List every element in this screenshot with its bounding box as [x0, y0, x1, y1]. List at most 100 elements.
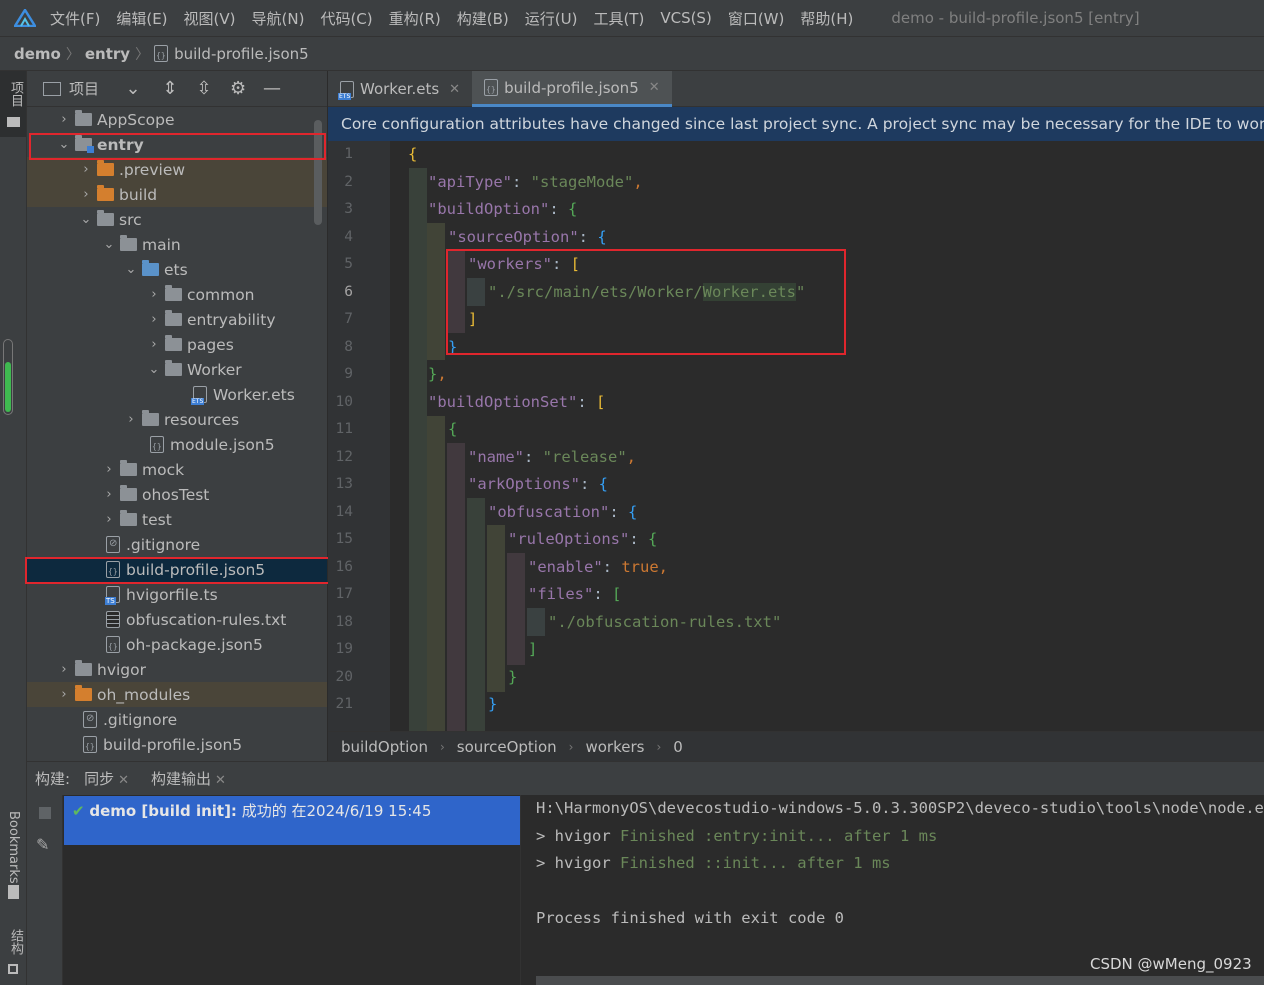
code-line-16: "enable": true, — [528, 557, 668, 576]
tree-item-preview[interactable]: › .preview — [27, 157, 327, 182]
tab-sync[interactable]: 同步 ✕ — [84, 768, 129, 789]
tree-item-entryability[interactable]: › entryability — [27, 307, 327, 332]
chevron-right-icon[interactable]: › — [75, 162, 97, 177]
menu-help[interactable]: 帮助(H) — [800, 8, 853, 29]
chevron-right-icon[interactable]: › — [53, 112, 75, 127]
console-line: > hvigor Finished :entry:init... after 1… — [536, 827, 938, 845]
tree-item-hvigorfile[interactable]: hvigorfile.ts — [27, 582, 327, 607]
close-icon[interactable]: ✕ — [649, 80, 660, 95]
tree-item-src[interactable]: ⌄ src — [27, 207, 327, 232]
breadcrumb-file[interactable]: build-profile.json5 — [174, 45, 309, 63]
tree-item-oh-modules[interactable]: › oh_modules — [27, 682, 327, 707]
chevron-right-icon[interactable]: › — [120, 412, 142, 427]
tree-item-root-build-profile[interactable]: build-profile.json5 — [27, 732, 327, 757]
chevron-right-icon[interactable]: › — [53, 662, 75, 677]
editor-crumb[interactable]: 0 — [673, 738, 683, 756]
tab-build-profile[interactable]: build-profile.json5 ✕ — [472, 71, 672, 107]
tree-item-oh-package[interactable]: oh-package.json5 — [27, 632, 327, 657]
editor-crumb[interactable]: workers — [585, 738, 644, 756]
tab-build-output[interactable]: 构建输出 ✕ — [151, 768, 226, 789]
chevron-right-icon[interactable]: › — [98, 487, 120, 502]
breadcrumb-module[interactable]: entry — [85, 45, 130, 63]
ets-file-icon — [191, 386, 207, 405]
chevron-right-icon[interactable]: › — [98, 512, 120, 527]
close-icon[interactable]: ✕ — [118, 773, 129, 788]
chevron-down-icon[interactable]: ⌄ — [113, 78, 153, 99]
chevron-right-icon: 〉 — [135, 46, 150, 63]
build-result-row[interactable]: ✔ demo [build init]: 成功的 在2024/6/19 15:4… — [64, 796, 520, 845]
tree-item-label: Worker.ets — [213, 385, 295, 404]
editor-crumb[interactable]: buildOption — [341, 738, 428, 756]
tree-item-test[interactable]: › test — [27, 507, 327, 532]
breadcrumb-project[interactable]: demo — [14, 45, 61, 63]
chevron-down-icon[interactable]: ⌄ — [120, 262, 142, 277]
tree-item-root-gitignore[interactable]: .gitignore — [27, 707, 327, 732]
tree-item-label: oh_modules — [97, 685, 191, 704]
code-line-14: "obfuscation": { — [488, 502, 638, 521]
code-line-21: } — [488, 695, 498, 713]
chevron-right-icon[interactable]: › — [143, 287, 165, 302]
project-tool-button[interactable]: 项目 — [0, 71, 26, 137]
code-editor[interactable]: { "apiType": "stageMode", "buildOption":… — [390, 141, 1264, 731]
tree-item-label: common — [187, 285, 255, 304]
tree-item-worker-ets[interactable]: Worker.ets — [27, 382, 327, 407]
menu-tools[interactable]: 工具(T) — [593, 8, 644, 29]
menu-navigate[interactable]: 导航(N) — [252, 8, 305, 29]
tree-item-hvigor[interactable]: › hvigor — [27, 657, 327, 682]
tree-item-appscope[interactable]: › AppScope — [27, 107, 327, 132]
tree-item-ohostest[interactable]: › ohosTest — [27, 482, 327, 507]
menu-view[interactable]: 视图(V) — [184, 8, 236, 29]
gear-icon[interactable]: ⚙ — [221, 78, 255, 99]
menu-code[interactable]: 代码(C) — [320, 8, 372, 29]
menu-edit[interactable]: 编辑(E) — [116, 8, 167, 29]
chevron-right-icon[interactable]: › — [53, 687, 75, 702]
tree-item-main[interactable]: ⌄ main — [27, 232, 327, 257]
tree-item-pages[interactable]: › pages — [27, 332, 327, 357]
project-panel-title: 项目 — [69, 80, 100, 98]
chevron-right-icon[interactable]: › — [75, 187, 97, 202]
tab-worker-ets[interactable]: Worker.ets ✕ — [328, 71, 472, 107]
tree-item-ets[interactable]: ⌄ ets — [27, 257, 327, 282]
chevron-down-icon[interactable]: ⌄ — [143, 362, 165, 377]
tree-item-gitignore[interactable]: .gitignore — [27, 532, 327, 557]
project-tree: › AppScope ⌄ entry › .preview › build ⌄ src ⌄… — [27, 107, 327, 757]
tree-item-common[interactable]: › common — [27, 282, 327, 307]
chevron-right-icon[interactable]: › — [143, 312, 165, 327]
collapse-all-icon[interactable]: ⇳ — [187, 78, 221, 99]
editor-crumb[interactable]: sourceOption — [457, 738, 557, 756]
tree-item-resources[interactable]: › resources — [27, 407, 327, 432]
folder-icon — [165, 360, 182, 376]
tree-item-worker-folder[interactable]: ⌄ Worker — [27, 357, 327, 382]
tree-item-build[interactable]: › build — [27, 182, 327, 207]
structure-icon[interactable] — [8, 964, 18, 974]
tree-item-module-json5[interactable]: module.json5 — [27, 432, 327, 457]
chevron-down-icon[interactable]: ⌄ — [75, 212, 97, 227]
close-icon[interactable]: ✕ — [215, 773, 226, 788]
stop-icon[interactable] — [39, 807, 51, 819]
menu-refactor[interactable]: 重构(R) — [389, 8, 441, 29]
chevron-right-icon[interactable]: › — [143, 337, 165, 352]
tree-item-label: test — [142, 510, 172, 529]
minimize-icon[interactable]: — — [255, 78, 289, 99]
tree-item-mock[interactable]: › mock — [27, 457, 327, 482]
menu-window[interactable]: 窗口(W) — [728, 8, 785, 29]
bookmarks-tool-label[interactable]: Bookmarks — [6, 811, 21, 884]
menu-vcs[interactable]: VCS(S) — [660, 9, 711, 27]
chevron-right-icon: 〉 — [65, 46, 80, 63]
bookmark-icon[interactable] — [8, 885, 19, 899]
chevron-down-icon[interactable]: ⌄ — [98, 237, 120, 252]
menu-file[interactable]: 文件(F) — [50, 8, 100, 29]
menu-build[interactable]: 构建(B) — [457, 8, 509, 29]
console-scrollbar[interactable] — [536, 976, 1264, 985]
expand-all-icon[interactable]: ⇕ — [153, 78, 187, 99]
chevron-right-icon[interactable]: › — [98, 462, 120, 477]
json-file-icon — [154, 45, 169, 62]
structure-tool-label[interactable]: 结构 — [6, 929, 25, 955]
folder-icon — [120, 485, 137, 501]
menu-run[interactable]: 运行(U) — [525, 8, 578, 29]
tree-item-obfuscation-rules[interactable]: obfuscation-rules.txt — [27, 607, 327, 632]
pin-icon[interactable]: ✎ — [36, 835, 49, 854]
line-number: 13 — [335, 476, 353, 492]
line-number: 16 — [335, 558, 353, 575]
close-icon[interactable]: ✕ — [449, 82, 460, 97]
